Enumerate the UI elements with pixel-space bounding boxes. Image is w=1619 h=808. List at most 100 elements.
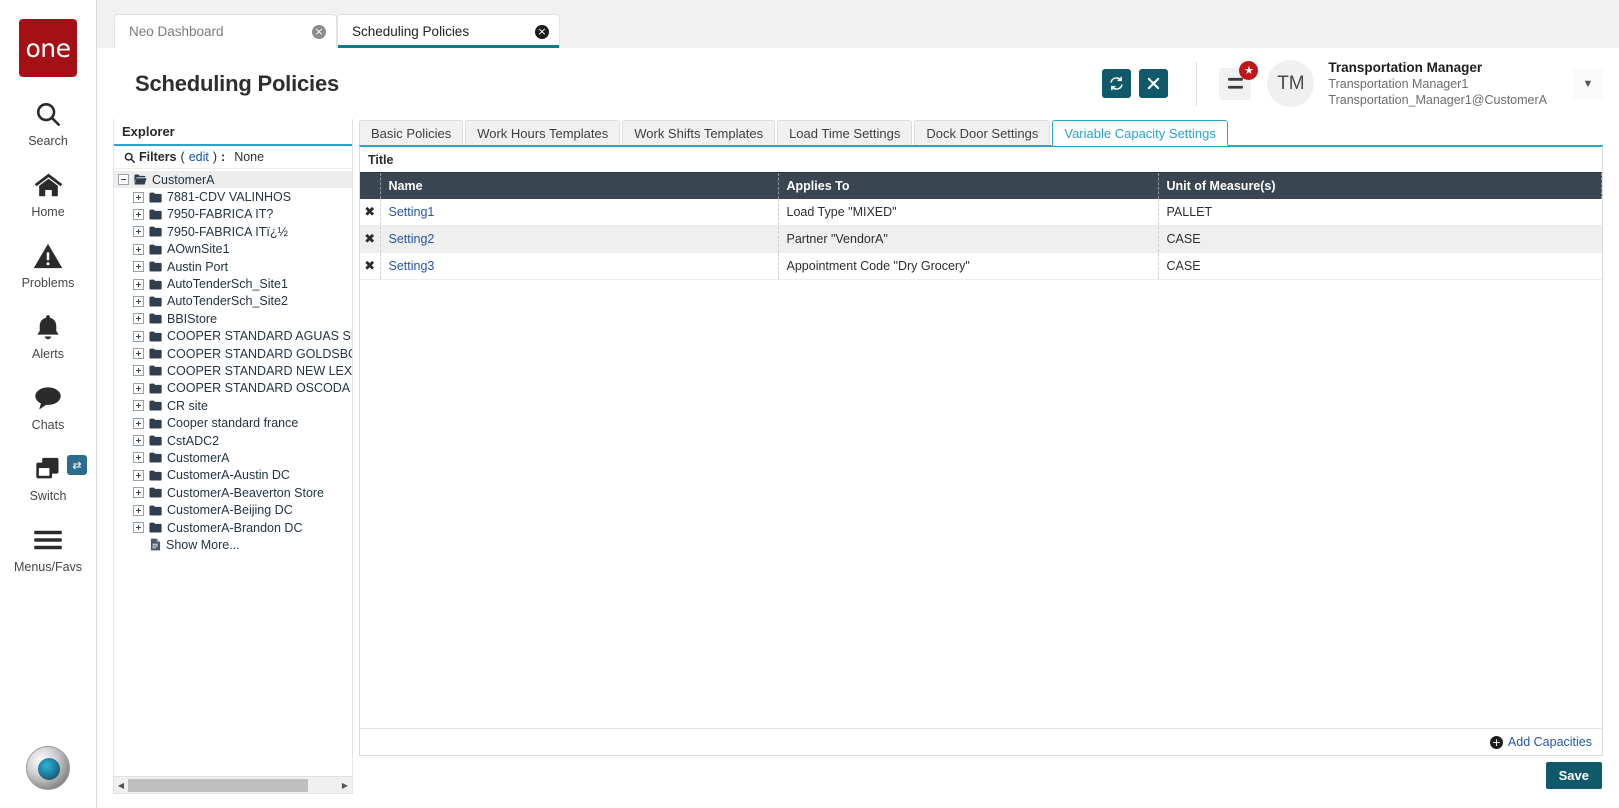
tree-node-label: CustomerA-Austin DC bbox=[167, 468, 290, 482]
filters-edit-link[interactable]: edit bbox=[189, 150, 209, 164]
expand-toggle-icon[interactable] bbox=[133, 522, 144, 533]
expand-toggle-icon[interactable] bbox=[133, 261, 144, 272]
tree-node[interactable]: COOPER STANDARD NEW LEXINGTON bbox=[114, 362, 352, 379]
tree-node[interactable]: CR site bbox=[114, 397, 352, 414]
tree-node[interactable]: CustomerA-Beijing DC bbox=[114, 501, 352, 518]
expand-toggle-icon[interactable] bbox=[133, 244, 144, 255]
tree-node[interactable]: AutoTenderSch_Site1 bbox=[114, 275, 352, 292]
expand-toggle-icon[interactable] bbox=[133, 400, 144, 411]
tab-label: Variable Capacity Settings bbox=[1064, 126, 1216, 141]
scroll-left-arrow-icon[interactable]: ◀ bbox=[114, 781, 128, 790]
tree-node-root[interactable]: CustomerA bbox=[114, 171, 352, 188]
column-unit-of-measure[interactable]: Unit of Measure(s) bbox=[1158, 173, 1602, 199]
tree-node[interactable]: CstADC2 bbox=[114, 432, 352, 449]
one-logo[interactable]: one bbox=[19, 19, 77, 77]
column-name[interactable]: Name bbox=[380, 173, 778, 199]
expand-toggle-icon[interactable] bbox=[133, 348, 144, 359]
table-row[interactable]: ✖ Setting1 Load Type "MIXED" PALLET bbox=[360, 199, 1602, 226]
scrollbar-track[interactable] bbox=[128, 779, 338, 792]
tree-node[interactable]: COOPER STANDARD GOLDSBORO bbox=[114, 345, 352, 362]
plus-icon[interactable]: + bbox=[1490, 736, 1503, 749]
column-applies-to[interactable]: Applies To bbox=[778, 173, 1158, 199]
tab-variable-capacity-settings[interactable]: Variable Capacity Settings bbox=[1052, 120, 1228, 146]
expand-toggle-icon[interactable] bbox=[133, 226, 144, 237]
notifications-menu-button[interactable]: ★ bbox=[1219, 68, 1251, 100]
rail-item-search[interactable]: Search bbox=[0, 98, 96, 148]
collapse-toggle-icon[interactable] bbox=[118, 174, 129, 185]
expand-toggle-icon[interactable] bbox=[133, 383, 144, 394]
column-actions bbox=[360, 173, 380, 199]
tree-node[interactable]: CustomerA-Brandon DC bbox=[114, 519, 352, 536]
browser-tab-scheduling-policies[interactable]: Scheduling Policies × bbox=[337, 14, 560, 48]
bell-icon bbox=[35, 311, 61, 343]
tab-basic-policies[interactable]: Basic Policies bbox=[359, 120, 463, 145]
variable-capacity-settings-panel: Title Name Applies To Unit of Measure(s) bbox=[359, 145, 1603, 756]
rail-item-home[interactable]: Home bbox=[0, 169, 96, 219]
tree-node[interactable]: BBIStore bbox=[114, 310, 352, 327]
expand-toggle-icon[interactable] bbox=[133, 279, 144, 290]
browser-tab-neo-dashboard[interactable]: Neo Dashboard × bbox=[114, 14, 337, 48]
expand-toggle-icon[interactable] bbox=[133, 209, 144, 220]
user-avatar-image[interactable] bbox=[26, 746, 70, 790]
table-row[interactable]: ✖ Setting3 Appointment Code "Dry Grocery… bbox=[360, 253, 1602, 280]
tree-node[interactable]: CustomerA-Austin DC bbox=[114, 467, 352, 484]
remove-row-icon[interactable]: ✖ bbox=[360, 253, 380, 280]
tab-dock-door-settings[interactable]: Dock Door Settings bbox=[914, 120, 1050, 145]
setting-link[interactable]: Setting1 bbox=[389, 205, 435, 219]
tree-node-label: 7881-CDV VALINHOS bbox=[167, 190, 291, 204]
add-capacities-link[interactable]: Add Capacities bbox=[1508, 735, 1592, 749]
tab-work-hours-templates[interactable]: Work Hours Templates bbox=[465, 120, 620, 145]
tree-node[interactable]: COOPER STANDARD AGUAS SEALING (3 bbox=[114, 328, 352, 345]
scroll-right-arrow-icon[interactable]: ▶ bbox=[338, 781, 352, 790]
rail-item-alerts[interactable]: Alerts bbox=[0, 311, 96, 361]
close-icon[interactable]: × bbox=[535, 25, 549, 39]
expand-toggle-icon[interactable] bbox=[133, 487, 144, 498]
tree-node-show-more[interactable]: Show More... bbox=[114, 536, 352, 553]
tree-node[interactable]: Cooper standard france bbox=[114, 414, 352, 431]
scrollbar-thumb[interactable] bbox=[128, 779, 308, 792]
setting-link[interactable]: Setting2 bbox=[389, 232, 435, 246]
expand-toggle-icon[interactable] bbox=[133, 505, 144, 516]
folder-icon bbox=[149, 296, 162, 307]
tree-node[interactable]: COOPER STANDARD OSCODA bbox=[114, 380, 352, 397]
rail-item-chats[interactable]: Chats bbox=[0, 382, 96, 432]
expand-toggle-icon[interactable] bbox=[133, 452, 144, 463]
expand-toggle-icon[interactable] bbox=[133, 313, 144, 324]
save-button[interactable]: Save bbox=[1546, 762, 1602, 789]
expand-toggle-icon[interactable] bbox=[133, 435, 144, 446]
expand-toggle-icon[interactable] bbox=[133, 365, 144, 376]
expand-toggle-icon[interactable] bbox=[133, 331, 144, 342]
tree-node[interactable]: CustomerA bbox=[114, 449, 352, 466]
tree-node[interactable]: CustomerA-Beaverton Store bbox=[114, 484, 352, 501]
close-icon[interactable]: × bbox=[312, 25, 326, 39]
tab-load-time-settings[interactable]: Load Time Settings bbox=[777, 120, 912, 145]
tab-label: Load Time Settings bbox=[789, 126, 900, 141]
tree-node[interactable]: 7950-FABRICA IT? bbox=[114, 206, 352, 223]
expand-toggle-icon[interactable] bbox=[133, 296, 144, 307]
warning-triangle-icon bbox=[33, 240, 63, 272]
remove-row-icon[interactable]: ✖ bbox=[360, 226, 380, 253]
tree-node[interactable]: AOwnSite1 bbox=[114, 241, 352, 258]
rail-item-switch[interactable]: ⇄ Switch bbox=[0, 453, 96, 503]
table-header-row: Name Applies To Unit of Measure(s) bbox=[360, 173, 1602, 199]
tree-node[interactable]: 7950-FABRICA ITï¿½ bbox=[114, 223, 352, 240]
tree-node-label: COOPER STANDARD AGUAS SEALING (3 bbox=[167, 329, 352, 343]
close-page-button[interactable] bbox=[1139, 69, 1168, 98]
tab-work-shifts-templates[interactable]: Work Shifts Templates bbox=[622, 120, 775, 145]
rail-item-menus-favs[interactable]: Menus/Favs bbox=[0, 524, 96, 574]
setting-link[interactable]: Setting3 bbox=[389, 259, 435, 273]
expand-toggle-icon[interactable] bbox=[133, 192, 144, 203]
expand-toggle-icon[interactable] bbox=[133, 418, 144, 429]
expand-toggle-icon[interactable] bbox=[133, 470, 144, 481]
table-row[interactable]: ✖ Setting2 Partner "VendorA" CASE bbox=[360, 226, 1602, 253]
refresh-button[interactable] bbox=[1102, 69, 1131, 98]
explorer-horizontal-scrollbar[interactable]: ◀ ▶ bbox=[114, 776, 352, 793]
tree-node[interactable]: Austin Port bbox=[114, 258, 352, 275]
user-menu-chevron-down-icon[interactable]: ▼ bbox=[1573, 69, 1603, 99]
tree-node[interactable]: AutoTenderSch_Site2 bbox=[114, 293, 352, 310]
rail-item-problems[interactable]: Problems bbox=[0, 240, 96, 290]
switch-toggle-badge-icon[interactable]: ⇄ bbox=[67, 455, 87, 475]
tree-node[interactable]: 7881-CDV VALINHOS bbox=[114, 188, 352, 205]
avatar[interactable]: TM bbox=[1267, 60, 1314, 107]
remove-row-icon[interactable]: ✖ bbox=[360, 199, 380, 226]
